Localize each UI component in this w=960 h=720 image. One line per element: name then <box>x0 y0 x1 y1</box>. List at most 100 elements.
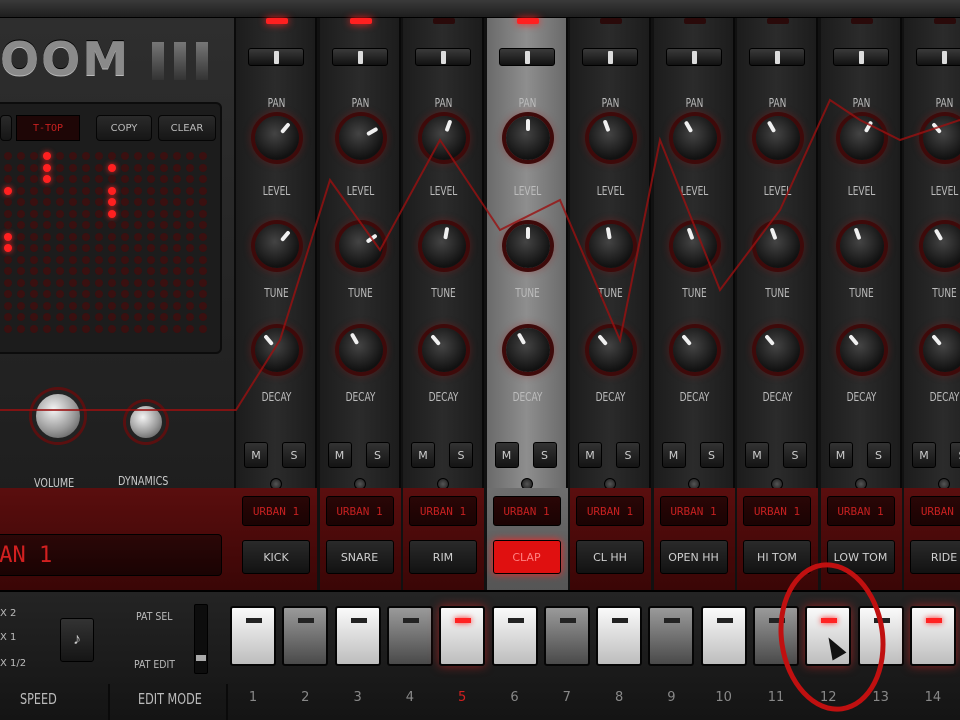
kit-display[interactable]: BAN 1 <box>0 534 222 576</box>
decay-knob[interactable] <box>839 328 884 372</box>
level-knob[interactable] <box>923 116 960 160</box>
solo-button[interactable]: S <box>282 442 306 468</box>
mute-button[interactable]: M <box>244 442 268 468</box>
pattern-led <box>121 313 129 321</box>
copy-button[interactable]: COPY <box>96 115 152 141</box>
speed-option-x2[interactable]: X 2 <box>0 608 16 619</box>
tune-knob[interactable] <box>338 224 383 268</box>
sound-select[interactable]: URBAN 1 <box>409 496 477 526</box>
instrument-button[interactable]: RIDE <box>910 540 960 574</box>
step-button-1[interactable] <box>230 606 276 666</box>
pattern-prev-button[interactable] <box>0 115 12 141</box>
decay-knob[interactable] <box>672 328 717 372</box>
tempo-icon[interactable]: ♪ <box>60 618 94 662</box>
sound-select[interactable]: URBAN 1 <box>659 496 728 526</box>
instrument-button[interactable]: RIM <box>409 540 477 574</box>
step-button-7[interactable] <box>543 606 590 666</box>
sound-select[interactable]: URBAN 1 <box>492 496 561 526</box>
solo-button[interactable]: S <box>532 442 557 468</box>
instrument-button[interactable]: HI TOM <box>743 540 811 574</box>
step-button-5[interactable] <box>439 606 486 666</box>
decay-knob[interactable] <box>338 328 383 372</box>
sound-select[interactable]: URBAN 1 <box>576 496 644 526</box>
solo-button[interactable]: S <box>866 442 891 468</box>
tune-knob[interactable] <box>589 224 633 268</box>
instrument-button[interactable]: CL HH <box>576 540 644 574</box>
decay-knob[interactable] <box>422 328 466 372</box>
step-button-3[interactable] <box>334 606 381 666</box>
step-button-9[interactable] <box>648 606 695 666</box>
pan-slider[interactable] <box>415 48 471 66</box>
step-button-8[interactable] <box>596 606 643 666</box>
tune-knob[interactable] <box>422 224 466 268</box>
decay-knob[interactable] <box>923 328 960 372</box>
mute-button[interactable]: M <box>494 442 519 468</box>
dynamics-knob[interactable] <box>126 402 166 442</box>
pan-slider[interactable] <box>832 48 889 66</box>
decay-knob[interactable] <box>589 328 633 372</box>
tune-knob[interactable] <box>923 224 960 268</box>
tune-knob[interactable] <box>505 224 550 268</box>
speed-option-x1[interactable]: X 1 <box>0 632 16 643</box>
mute-button[interactable]: M <box>578 442 602 468</box>
pan-slider[interactable] <box>916 48 960 66</box>
level-knob[interactable] <box>672 116 717 160</box>
pan-slider[interactable] <box>331 48 388 66</box>
level-knob[interactable] <box>505 116 550 160</box>
pan-slider[interactable] <box>248 48 304 66</box>
level-knob[interactable] <box>422 116 466 160</box>
sound-select[interactable]: URBAN 1 <box>325 496 394 526</box>
pan-slider[interactable] <box>582 48 638 66</box>
level-knob[interactable] <box>338 116 383 160</box>
step-button-12[interactable] <box>805 606 852 666</box>
solo-button[interactable]: S <box>950 442 960 468</box>
mute-button[interactable]: M <box>411 442 435 468</box>
mute-button[interactable]: M <box>327 442 352 468</box>
instrument-button[interactable]: SNARE <box>325 540 394 574</box>
mute-button[interactable]: M <box>828 442 853 468</box>
mute-button[interactable]: M <box>661 442 686 468</box>
channel-strip: PAN LEVEL TUNE DECAY M S URBAN 1 CL HH <box>570 18 651 590</box>
decay-knob[interactable] <box>756 328 800 372</box>
mute-button[interactable]: M <box>745 442 769 468</box>
clear-button[interactable]: CLEAR <box>158 115 216 141</box>
tune-knob[interactable] <box>839 224 884 268</box>
decay-knob[interactable] <box>505 328 550 372</box>
solo-button[interactable]: S <box>699 442 724 468</box>
step-button-4[interactable] <box>386 606 433 666</box>
solo-button[interactable]: S <box>783 442 807 468</box>
solo-button[interactable]: S <box>616 442 640 468</box>
sound-select[interactable]: URBAN 1 <box>826 496 895 526</box>
volume-knob[interactable] <box>32 390 84 442</box>
tune-knob[interactable] <box>672 224 717 268</box>
mute-button[interactable]: M <box>912 442 936 468</box>
pan-slider[interactable] <box>498 48 555 66</box>
step-button-11[interactable] <box>753 606 799 666</box>
level-knob[interactable] <box>756 116 800 160</box>
step-button-2[interactable] <box>282 606 329 666</box>
tune-knob[interactable] <box>756 224 800 268</box>
step-button-13[interactable] <box>857 606 904 666</box>
pan-slider[interactable] <box>665 48 722 66</box>
level-knob[interactable] <box>839 116 884 160</box>
level-knob[interactable] <box>255 116 299 160</box>
decay-knob[interactable] <box>255 328 299 372</box>
edit-mode-switch[interactable] <box>194 604 208 674</box>
speed-option-x-half[interactable]: X 1/2 <box>0 658 26 669</box>
instrument-button[interactable]: KICK <box>242 540 310 574</box>
sound-select[interactable]: URBAN 1 <box>910 496 960 526</box>
solo-button[interactable]: S <box>449 442 473 468</box>
solo-button[interactable]: S <box>365 442 390 468</box>
pan-slider[interactable] <box>749 48 805 66</box>
level-knob[interactable] <box>589 116 633 160</box>
sound-select[interactable]: URBAN 1 <box>743 496 811 526</box>
pattern-led <box>95 313 103 321</box>
step-button-14[interactable] <box>909 606 956 666</box>
step-button-10[interactable] <box>700 606 747 666</box>
instrument-button[interactable]: CLAP <box>492 540 561 574</box>
instrument-button[interactable]: LOW TOM <box>826 540 895 574</box>
tune-knob[interactable] <box>255 224 299 268</box>
sound-select[interactable]: URBAN 1 <box>242 496 310 526</box>
instrument-button[interactable]: OPEN HH <box>659 540 728 574</box>
step-button-6[interactable] <box>491 606 538 666</box>
